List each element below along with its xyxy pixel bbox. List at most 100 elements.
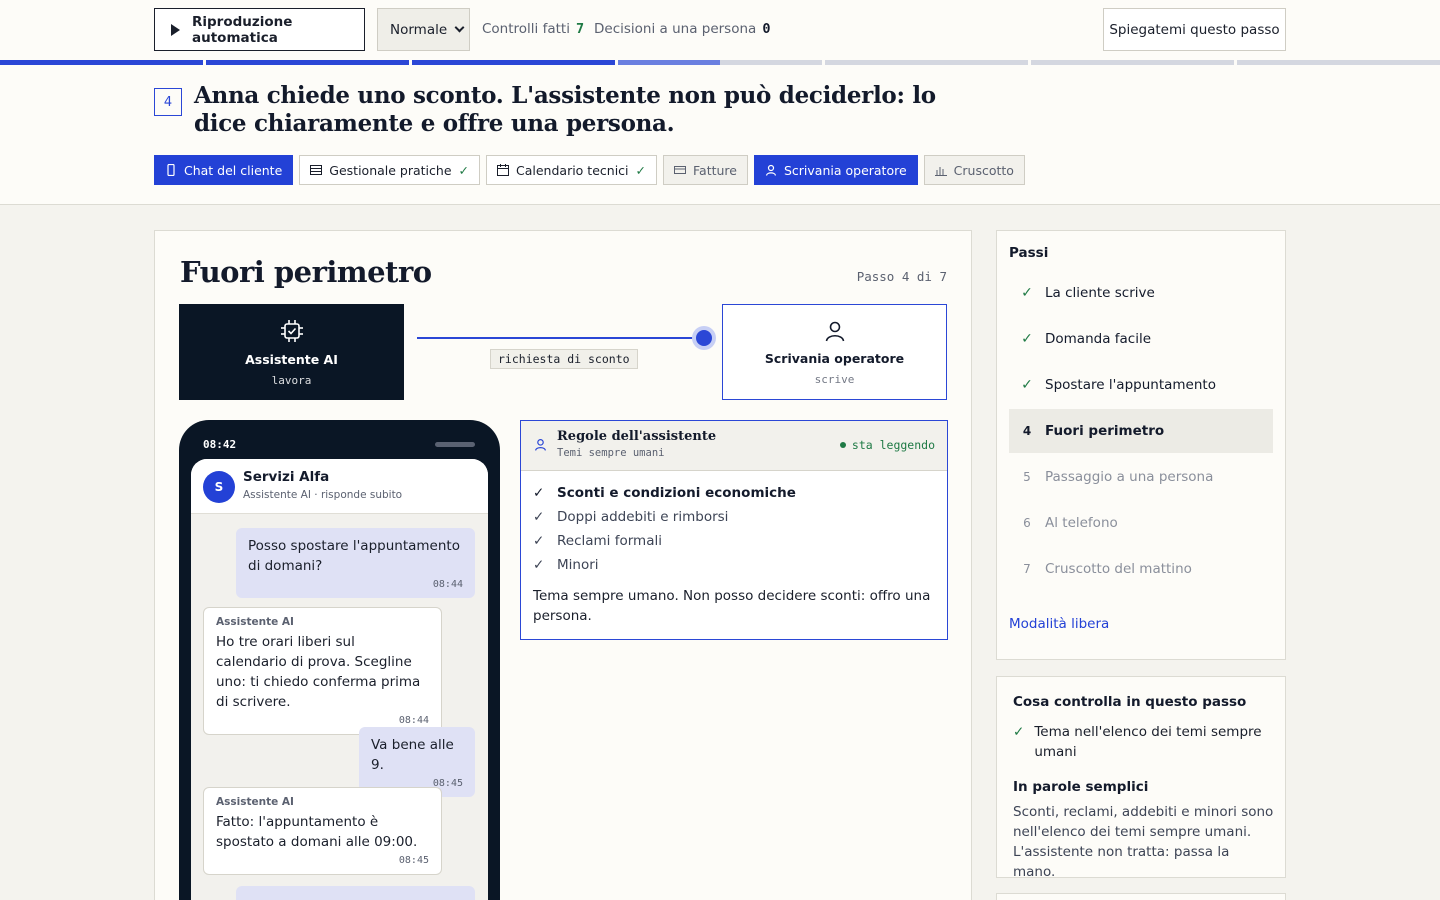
plain-words-text: Sconti, reclami, addebiti e minori sono …: [1013, 804, 1274, 880]
step-headline: Anna chiede uno sconto. L'assistente non…: [194, 82, 936, 137]
phone-icon: [167, 164, 175, 176]
phone-notch: [435, 442, 475, 447]
chat-header: S Servizi Alfa Assistente AI · risponde …: [191, 459, 488, 514]
handoffs-count: 0: [762, 21, 771, 37]
step-progress-bar: [0, 60, 1440, 65]
top-bar: Riproduzione automatica Normale Controll…: [0, 0, 1440, 205]
tab-label: Scrivania operatore: [783, 162, 907, 178]
tab-label: Gestionale pratiche: [329, 162, 452, 178]
bar-chart-icon: [934, 167, 947, 176]
step-item[interactable]: 6 Al telefono: [1009, 501, 1273, 545]
rule-item: ✓ Reclami formali: [533, 533, 662, 549]
progress-segment: [412, 60, 616, 65]
rule-label: Sconti e condizioni economiche: [557, 485, 796, 501]
avatar: S: [203, 471, 235, 503]
step-item[interactable]: 4 Fuori perimetro: [1009, 409, 1273, 453]
step-title: Fuori perimetro: [180, 255, 432, 289]
tab-chat-cliente[interactable]: Chat del cliente: [154, 155, 294, 185]
step-item[interactable]: ✓ La cliente scrive: [1009, 271, 1273, 315]
message-text: Fatto: l'appuntamento è spostato a doman…: [216, 814, 418, 850]
rules-title: Regole dell'assistente: [557, 429, 717, 444]
autoplay-button[interactable]: Riproduzione automatica: [154, 8, 365, 51]
step-item-number: 7: [1023, 562, 1031, 576]
rules-header: Regole dell'assistente Temi sempre umani…: [521, 421, 947, 471]
status-dot-icon: [839, 442, 846, 448]
rule-label: Minori: [557, 557, 599, 573]
message-time: 08:44: [398, 715, 429, 726]
rule-item: ✓ Doppi addebiti e rimborsi: [533, 509, 728, 525]
rule-label: Reclami formali: [557, 533, 662, 549]
explain-step-button[interactable]: Spiegatemi questo passo: [1103, 8, 1286, 51]
phone-clock: 08:42: [203, 438, 237, 451]
tab-scrivania-operatore[interactable]: Scrivania operatore: [753, 155, 918, 185]
message-time: 08:44: [432, 579, 463, 590]
step-checks-panel: Cosa controlla in questo passo ✓ Tema ne…: [996, 676, 1286, 880]
customer-phone: 08:42 S Servizi Alfa Assistente AI · ris…: [179, 420, 500, 900]
check-icon: ✓: [635, 162, 646, 178]
tab-gestionale-pratiche[interactable]: Gestionale pratiche ✓: [299, 155, 480, 185]
tab-fatture[interactable]: Fatture: [663, 155, 748, 185]
rules-status: sta leggendo: [839, 438, 935, 452]
chat-message-user: Posso spostare l'appuntamento di domani?…: [236, 528, 475, 598]
step-item[interactable]: ✓ Domanda facile: [1009, 317, 1273, 361]
person-icon: [765, 164, 777, 176]
progress-segment: [0, 60, 204, 65]
step-item-label: La cliente scrive: [1045, 285, 1155, 301]
person-icon: [825, 321, 844, 341]
step-item-label: Domanda facile: [1045, 331, 1152, 347]
rule-item: ✓ Sconti e condizioni economiche: [533, 485, 796, 501]
operator-state: scrive: [814, 372, 855, 386]
step-item-number: 6: [1023, 516, 1031, 530]
free-mode-link[interactable]: Modalità libera: [1009, 616, 1109, 632]
flow-connector-dot: [696, 330, 712, 346]
rule-item: ✓ Minori: [533, 557, 599, 573]
check-icon: ✓: [1021, 285, 1033, 301]
step-item-number: 4: [1022, 424, 1032, 438]
autoplay-label: Riproduzione automatica: [192, 13, 293, 46]
chat-contact-name: Servizi Alfa: [243, 469, 330, 485]
flow-connector: [417, 337, 707, 339]
checks-count: 7: [575, 21, 585, 37]
play-icon: [171, 23, 180, 36]
step-item-label: Spostare l'appuntamento: [1045, 377, 1216, 393]
check-icon: ✓: [1013, 724, 1025, 740]
app-tabs: Chat del cliente Gestionale pratiche ✓ C…: [154, 155, 1025, 185]
progress-segment: [1030, 60, 1234, 65]
message-author: Assistente AI: [216, 616, 294, 628]
calendar-icon: [497, 164, 509, 176]
progress-segment: [618, 60, 822, 65]
chat-contact-subtitle: Assistente AI · risponde subito: [243, 489, 403, 501]
rule-label: Doppi addebiti e rimborsi: [557, 509, 729, 525]
plain-words-title: In parole semplici: [1013, 779, 1149, 795]
message-text: Va bene alle 9.: [371, 737, 454, 773]
checks-title: Cosa controlla in questo passo: [1013, 694, 1247, 710]
chat-message-assistant: Assistente AI Ho tre orari liberi sul ca…: [203, 607, 442, 735]
chat-message-assistant: Assistente AI Fatto: l'appuntamento è sp…: [203, 787, 442, 875]
message-text: Posso spostare l'appuntamento di domani?: [248, 538, 460, 574]
step-item[interactable]: 5 Passaggio a una persona: [1009, 455, 1273, 499]
message-text: Ho tre orari liberi sul calendario di pr…: [216, 634, 421, 710]
step-number-badge: 4: [154, 88, 182, 116]
tab-label: Cruscotto: [953, 162, 1014, 178]
chat-message-user-partial: [236, 886, 475, 900]
check-icon: ✓: [533, 557, 545, 573]
step-item-label: Passaggio a una persona: [1045, 469, 1214, 485]
check-icon: ✓: [533, 533, 545, 549]
check-icon: ✓: [1021, 331, 1033, 347]
message-author: Assistente AI: [216, 796, 294, 808]
tab-label: Fatture: [693, 162, 737, 178]
check-item-label: Tema nell'elenco dei temi sempre umani: [1034, 724, 1262, 760]
next-panel-edge: [996, 893, 1286, 900]
phone-screen: S Servizi Alfa Assistente AI · risponde …: [191, 459, 488, 900]
step-item[interactable]: 7 Cruscotto del mattino: [1009, 547, 1273, 591]
step-item[interactable]: ✓ Spostare l'appuntamento: [1009, 363, 1273, 407]
flow-node-assistant: Assistente AI lavora: [179, 304, 404, 400]
tab-cruscotto[interactable]: Cruscotto: [923, 155, 1025, 185]
progress-segment: [1236, 60, 1440, 65]
step-counter: Passo 4 di 7: [856, 269, 947, 284]
tab-calendario-tecnici[interactable]: Calendario tecnici ✓: [486, 155, 657, 185]
speed-value: Normale: [390, 21, 448, 38]
check-item: ✓ Tema nell'elenco dei temi sempre umani: [1013, 722, 1263, 762]
speed-select[interactable]: Normale: [377, 8, 470, 51]
assistant-name: Assistente AI: [245, 351, 338, 367]
